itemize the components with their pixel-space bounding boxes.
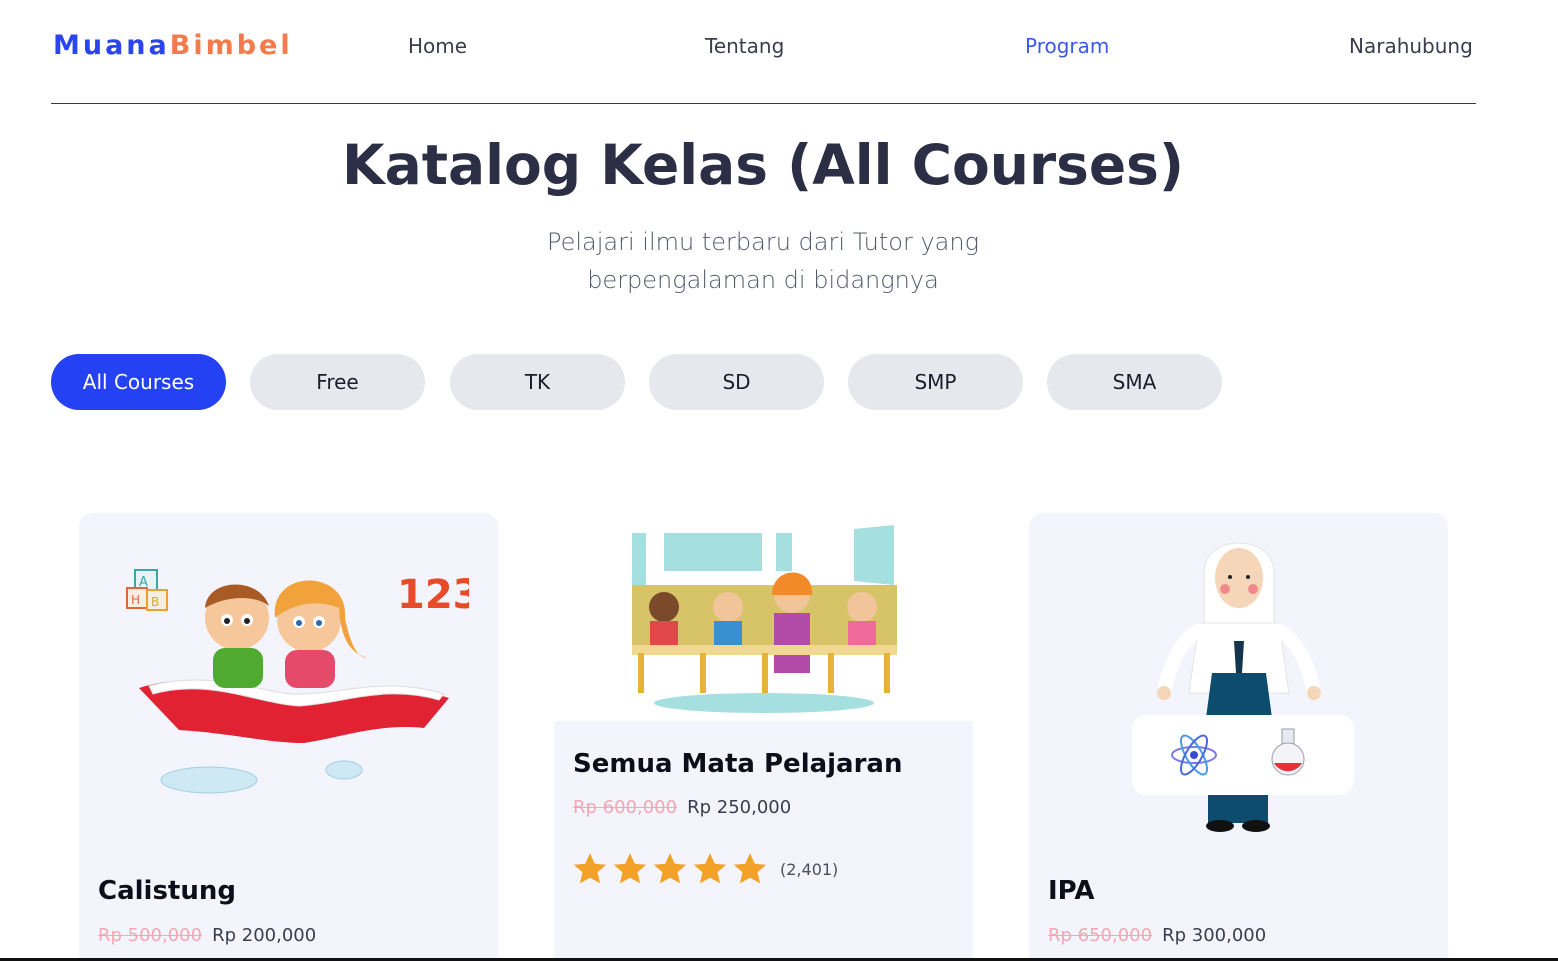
- nav-tentang[interactable]: Tentang: [705, 34, 784, 58]
- svg-text:A: A: [139, 575, 148, 590]
- filter-sma[interactable]: SMA: [1047, 354, 1222, 410]
- course-price: Rp 650,000 Rp 300,000: [1048, 925, 1266, 946]
- filter-free[interactable]: Free: [250, 354, 425, 410]
- brand-name-part1: Muana: [53, 30, 170, 61]
- course-card-ipa[interactable]: IPA Rp 650,000 Rp 300,000: [1029, 513, 1448, 961]
- filter-smp[interactable]: SMP: [848, 354, 1023, 410]
- page-subtitle: Pelajari ilmu terbaru dari Tutor yang be…: [0, 223, 1526, 299]
- original-price: Rp 500,000: [98, 925, 203, 946]
- rating: (2,401): [572, 851, 838, 887]
- subtitle-line-1: Pelajari ilmu terbaru dari Tutor yang: [547, 228, 979, 256]
- course-card-calistung[interactable]: A H B 123 Calistung Rp 500,000 Rp 200,000: [79, 513, 498, 961]
- nav-program[interactable]: Program: [1025, 34, 1109, 58]
- brand-logo[interactable]: MuanaBimbel: [53, 30, 293, 61]
- star-icon: [613, 853, 647, 884]
- svg-text:H: H: [131, 593, 140, 607]
- course-title: IPA: [1048, 876, 1095, 906]
- subtitle-line-2: berpengalaman di bidangnya: [587, 266, 939, 294]
- course-title: Semua Mata Pelajaran: [573, 749, 903, 779]
- nav-home[interactable]: Home: [408, 34, 467, 58]
- original-price: Rp 600,000: [573, 797, 678, 818]
- filter-all-courses[interactable]: All Courses: [51, 354, 226, 410]
- numbers-icon: 123: [397, 572, 469, 618]
- top-navbar: MuanaBimbel Home Tentang Program Narahub…: [51, 0, 1476, 104]
- brand-name-part2: Bimbel: [169, 30, 293, 61]
- page-title: Katalog Kelas (All Courses): [342, 133, 1184, 197]
- discount-price: Rp 300,000: [1162, 925, 1267, 946]
- abc-blocks-icon: A H B: [126, 569, 168, 611]
- classroom-illustration: [632, 525, 897, 713]
- star-icon: [653, 853, 687, 884]
- filter-sd[interactable]: SD: [649, 354, 824, 410]
- course-card-semua-mata-pelajaran[interactable]: Semua Mata Pelajaran Rp 600,000 Rp 250,00…: [554, 513, 973, 961]
- kids-on-book-illustration: A H B 123: [126, 569, 469, 794]
- course-price: Rp 600,000 Rp 250,000: [573, 797, 791, 818]
- student-science-illustration: [1132, 542, 1354, 832]
- discount-price: Rp 250,000: [687, 797, 792, 818]
- discount-price: Rp 200,000: [212, 925, 317, 946]
- course-title: Calistung: [98, 876, 236, 906]
- star-icon: [733, 853, 767, 884]
- rating-count: (2,401): [780, 859, 839, 879]
- star-icon: [693, 853, 727, 884]
- filter-tk[interactable]: TK: [450, 354, 625, 410]
- star-icon: [573, 853, 607, 884]
- original-price: Rp 650,000: [1048, 925, 1153, 946]
- nav-narahubung[interactable]: Narahubung: [1349, 34, 1473, 58]
- course-price: Rp 500,000 Rp 200,000: [98, 925, 316, 946]
- svg-text:B: B: [151, 595, 159, 609]
